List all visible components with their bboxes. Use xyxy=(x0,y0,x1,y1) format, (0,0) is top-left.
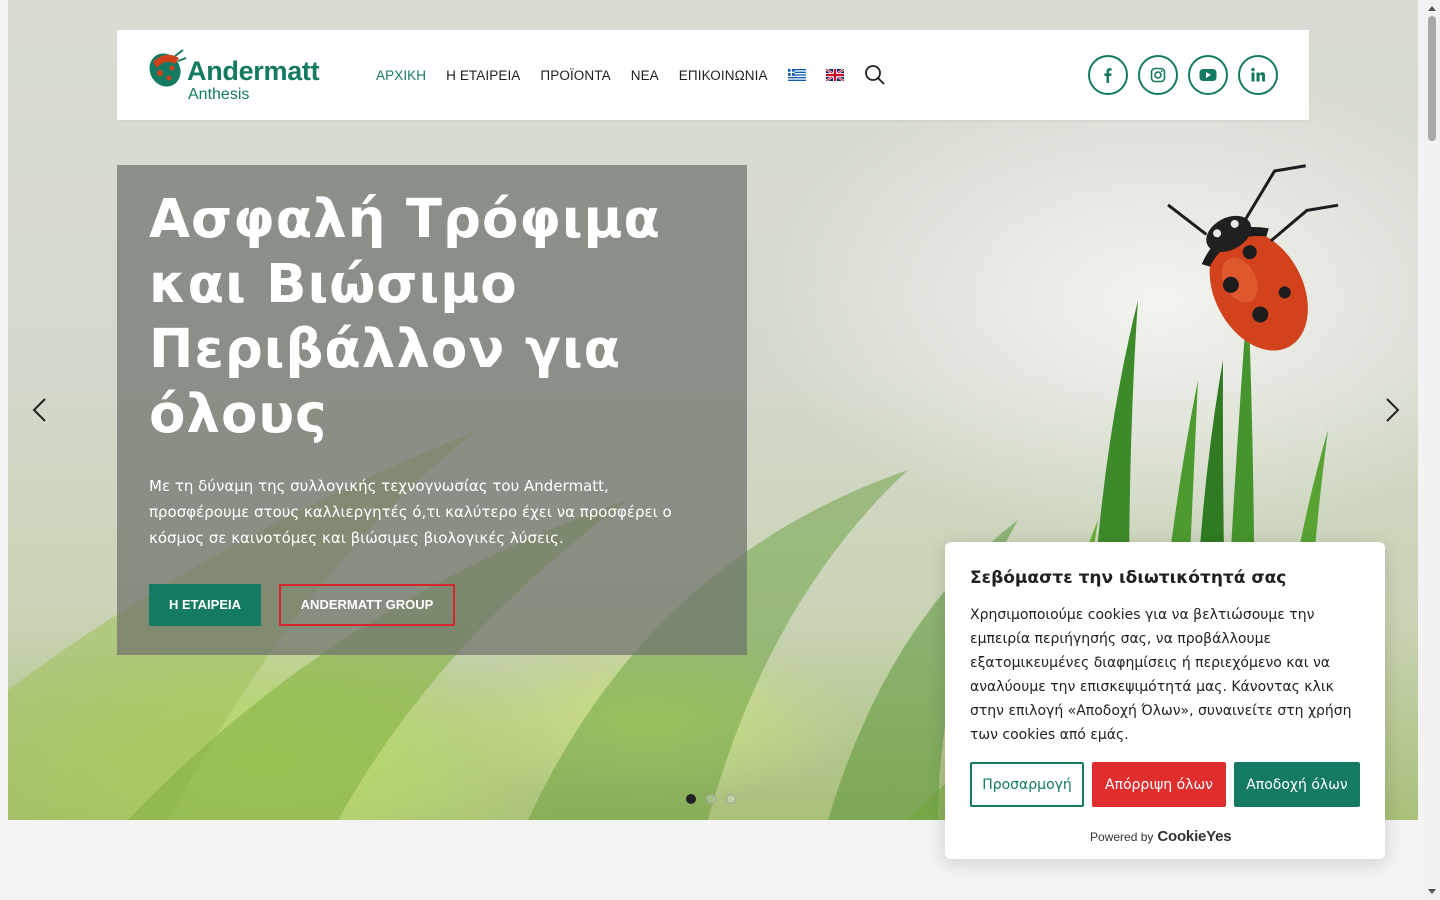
slider-dot-3[interactable] xyxy=(726,794,736,804)
cookieyes-logo[interactable]: CookieYes xyxy=(1157,828,1231,845)
linkedin-link[interactable] xyxy=(1238,55,1278,95)
slider-dot-2[interactable] xyxy=(706,794,716,804)
cookie-consent-banner: Σεβόμαστε την ιδιωτικότητά σας Χρησιμοπο… xyxy=(945,542,1385,859)
greek-flag-icon[interactable] xyxy=(787,69,806,81)
company-button[interactable]: Η ΕΤΑΙΡΕΙΑ xyxy=(149,584,261,626)
site-header: Andermatt Anthesis ΑΡΧΙΚΗ Η ΕΤΑΙΡΕΙΑ ΠΡΟ… xyxy=(117,30,1309,120)
hero-content-box: Ασφαλή Τρόφιμα και Βιώσιμο Περιβάλλον γι… xyxy=(117,165,747,655)
facebook-link[interactable] xyxy=(1088,55,1128,95)
nav-item-company[interactable]: Η ΕΤΑΙΡΕΙΑ xyxy=(446,68,520,83)
youtube-icon xyxy=(1199,69,1217,81)
scrollbar-thumb[interactable] xyxy=(1428,16,1436,141)
cookie-title: Σεβόμαστε την ιδιωτικότητά σας xyxy=(970,568,1287,588)
main-nav: ΑΡΧΙΚΗ Η ΕΤΑΙΡΕΙΑ ΠΡΟΪΟΝΤΑ ΝΕΑ ΕΠΙΚΟΙΝΩΝ… xyxy=(376,30,886,120)
instagram-link[interactable] xyxy=(1138,55,1178,95)
scroll-down-arrow-icon[interactable] xyxy=(1424,884,1440,900)
andermatt-group-button[interactable]: ANDERMATT GROUP xyxy=(279,584,455,626)
logo-subtitle: Anthesis xyxy=(188,86,250,103)
ladybug-logo-icon xyxy=(149,49,187,87)
hero-description: Με τη δύναμη της συλλογικής τεχνογνωσίας… xyxy=(149,477,672,547)
cookie-actions: Προσαρμογή Απόρριψη όλων Αποδοχή όλων xyxy=(970,762,1360,807)
cookieyes-branding: Powered by CookieYes xyxy=(1090,828,1232,845)
youtube-link[interactable] xyxy=(1188,55,1228,95)
search-icon[interactable] xyxy=(864,64,886,86)
slider-dot-1[interactable] xyxy=(686,794,696,804)
uk-flag-icon[interactable] xyxy=(825,69,844,81)
slider-prev-arrow-icon[interactable] xyxy=(24,394,56,426)
slider-dots xyxy=(686,794,736,804)
cookie-accept-all-button[interactable]: Αποδοχή όλων xyxy=(1234,762,1360,807)
powered-by-label: Powered by xyxy=(1090,830,1154,844)
nav-item-products[interactable]: ΠΡΟΪΟΝΤΑ xyxy=(540,68,610,83)
facebook-icon xyxy=(1104,68,1112,83)
linkedin-icon xyxy=(1251,67,1265,82)
instagram-icon xyxy=(1150,67,1166,83)
nav-item-home[interactable]: ΑΡΧΙΚΗ xyxy=(376,68,426,83)
cookie-reject-all-button[interactable]: Απόρριψη όλων xyxy=(1092,762,1226,807)
cookie-customize-button[interactable]: Προσαρμογή xyxy=(970,762,1084,807)
nav-item-news[interactable]: ΝΕΑ xyxy=(631,68,659,83)
andermatt-logo[interactable]: Andermatt Anthesis xyxy=(145,46,335,106)
page-scrollbar[interactable] xyxy=(1424,0,1440,900)
social-links xyxy=(1088,55,1278,95)
cookie-description: Χρησιμοποιούμε cookies για να βελτιώσουμ… xyxy=(970,607,1352,743)
scroll-up-arrow-icon[interactable] xyxy=(1424,0,1440,16)
logo-name: Andermatt xyxy=(187,56,320,86)
nav-item-contact[interactable]: ΕΠΙΚΟΙΝΩΝΙΑ xyxy=(679,68,768,83)
slider-next-arrow-icon[interactable] xyxy=(1376,394,1408,426)
hero-title: Ασφαλή Τρόφιμα και Βιώσιμο Περιβάλλον γι… xyxy=(149,189,661,445)
